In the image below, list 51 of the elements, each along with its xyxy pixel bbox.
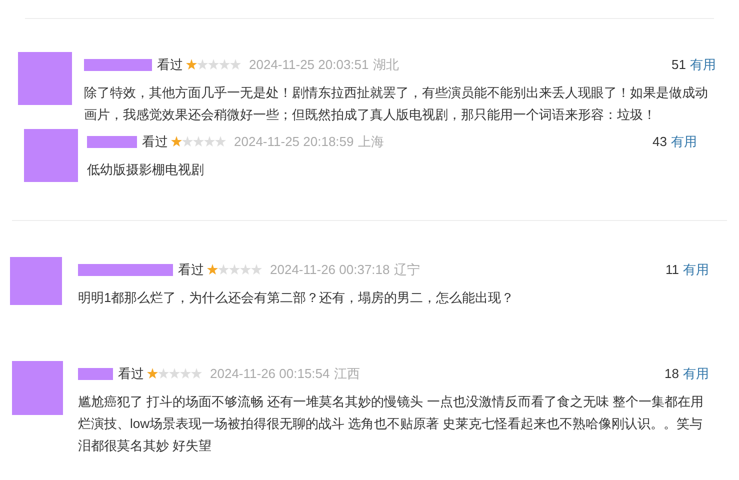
review-text: 明明1都那么烂了，为什么还会有第二部？还有，塌房的男二，怎么能出现？ <box>78 288 516 306</box>
watch-status: 看过 <box>118 365 144 383</box>
star-icon <box>240 264 251 276</box>
review-location: 上海 <box>358 133 384 151</box>
review-location: 湖北 <box>372 56 399 74</box>
star-icon <box>230 59 241 70</box>
redacted-username <box>78 368 113 380</box>
star-icon <box>251 264 262 276</box>
watch-status: 看过 <box>142 133 168 151</box>
review-time: 2024-11-26 00:15:54 <box>210 365 330 383</box>
avatar <box>18 52 72 105</box>
review-text: 除了特效，其他方面几乎一无是处！剧情东拉西扯就罢了，有些演员能不能别出来丢人现眼了！如果是做成动画片，我感觉效果还会稍微好一些；但既然拍成了真人版电视剧，那只能用一个词语来形容：垃圾！ <box>84 84 709 124</box>
star-icon <box>207 264 218 276</box>
star-icon <box>182 136 193 148</box>
star-icon <box>169 368 180 380</box>
star-icon <box>147 368 158 380</box>
watch-status: 看过 <box>178 261 204 279</box>
vote-count: 51 <box>672 56 686 74</box>
star-icon <box>180 368 191 380</box>
star-icon <box>218 264 229 276</box>
avatar <box>12 361 63 415</box>
vote-count: 43 <box>652 133 667 151</box>
star-icon <box>197 59 208 70</box>
star-icon <box>229 264 240 276</box>
watch-status: 看过 <box>157 56 183 74</box>
review-location: 辽宁 <box>394 261 420 279</box>
review-text: 低幼版摄影棚电视剧 <box>87 160 205 178</box>
review-time: 2024-11-26 00:37:18 <box>270 261 390 279</box>
vote-count: 11 <box>666 261 679 279</box>
review-location: 江西 <box>334 365 360 383</box>
avatar <box>24 129 78 182</box>
redacted-username <box>84 58 152 71</box>
vote-count: 18 <box>664 365 679 383</box>
star-icon <box>208 59 219 70</box>
review-text: 尴尬癌犯了 打斗的场面不够流畅 还有一堆莫名其妙的慢镜头 一点也没激情反而看了食之无味 整个一集都在用烂演技、low场景表现一场被拍得很无聊的战斗 选角也不贴原著 史莱克七怪看起来也不熟哈像刚认识。。笑与泪都很莫名其妙 好失望 <box>78 392 704 454</box>
star-icon <box>193 136 204 148</box>
star-icon <box>171 136 182 148</box>
redacted-username <box>87 136 137 148</box>
useful-link[interactable]: 有用 <box>683 260 709 280</box>
star-icon <box>158 368 169 380</box>
star-icon <box>215 136 226 148</box>
review-time: 2024-11-25 20:18:59 <box>234 133 354 151</box>
review-time: 2024-11-25 20:03:51 <box>249 56 369 74</box>
star-icon <box>191 368 202 380</box>
avatar <box>10 257 62 305</box>
star-icon <box>186 59 197 70</box>
useful-link[interactable]: 有用 <box>690 55 716 74</box>
useful-link[interactable]: 有用 <box>671 132 697 152</box>
star-icon <box>219 59 230 70</box>
useful-link[interactable]: 有用 <box>683 364 709 384</box>
star-icon <box>204 136 215 148</box>
